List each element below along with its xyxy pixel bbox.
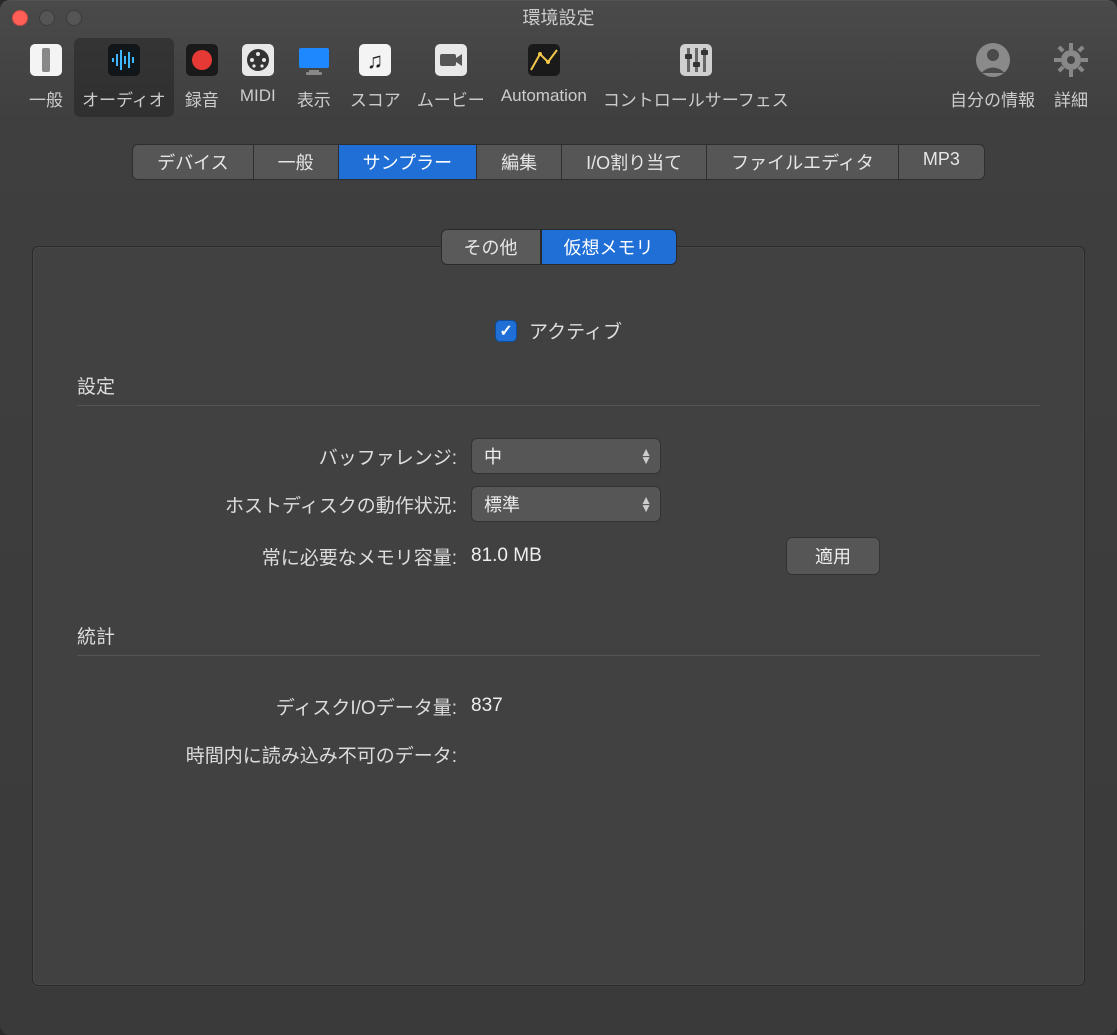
toolbar-label: 一般 <box>29 86 63 111</box>
toolbar-label: オーディオ <box>82 86 166 111</box>
record-icon <box>182 40 222 80</box>
host-disk-label: ホストディスクの動作状況: <box>77 491 457 518</box>
chevron-updown-icon: ▲▼ <box>640 496 652 512</box>
toolbar-label: コントロールサーフェス <box>603 86 789 111</box>
apply-button[interactable]: 適用 <box>786 537 880 575</box>
host-disk-value: 標準 <box>484 491 520 517</box>
toolbar-display[interactable]: 表示 <box>286 38 342 117</box>
tab-edit[interactable]: 編集 <box>477 144 562 180</box>
toolbar-label: MIDI <box>240 86 276 106</box>
toolbar-advanced[interactable]: 詳細 <box>1043 38 1099 117</box>
audio-tabs: デバイス 一般 サンプラー 編集 I/O割り当て ファイルエディタ MP3 <box>0 124 1117 186</box>
active-checkbox-label: アクティブ <box>529 317 622 344</box>
host-disk-select[interactable]: 標準 ▲▼ <box>471 486 661 522</box>
svg-text:♫: ♫ <box>367 48 384 73</box>
score-icon: ♫ <box>355 40 395 80</box>
toolbar-record[interactable]: 録音 <box>174 38 230 117</box>
toolbar-label: Automation <box>501 86 587 106</box>
toolbar-audio[interactable]: オーディオ <box>74 38 174 117</box>
disk-io-label: ディスクI/Oデータ量: <box>77 693 457 720</box>
toolbar-label: ムービー <box>417 86 485 111</box>
tab-file-editor[interactable]: ファイルエディタ <box>707 144 899 180</box>
buffer-range-label: バッファレンジ: <box>77 443 457 470</box>
required-memory-value: 81.0 MB <box>471 545 671 567</box>
sampler-panel: その他 仮想メモリ ✓ アクティブ 設定 バッファレンジ: 中 ▲▼ ホストディ… <box>32 246 1085 986</box>
toolbar-controlsurfaces[interactable]: コントロールサーフェス <box>595 38 797 117</box>
toolbar-label: スコア <box>350 86 401 111</box>
toolbar-label: 詳細 <box>1054 86 1088 111</box>
person-icon <box>973 40 1013 80</box>
preferences-toolbar: 一般 オーディオ 録音 MIDI 表示 <box>0 34 1117 124</box>
unreadable-label: 時間内に読み込み不可のデータ: <box>77 741 457 768</box>
monitor-icon <box>294 40 334 80</box>
toolbar-label: 表示 <box>297 86 331 111</box>
tab-general[interactable]: 一般 <box>254 144 339 180</box>
window-title: 環境設定 <box>0 4 1117 30</box>
toolbar-movie[interactable]: ムービー <box>409 38 493 117</box>
midi-icon <box>238 40 278 80</box>
disk-io-value: 837 <box>471 695 671 717</box>
toolbar-general[interactable]: 一般 <box>18 38 74 117</box>
waveform-icon <box>104 40 144 80</box>
chevron-updown-icon: ▲▼ <box>640 448 652 464</box>
titlebar: 環境設定 <box>0 0 1117 34</box>
camera-icon <box>431 40 471 80</box>
preferences-window: 環境設定 一般 オーディオ 録音 MIDI <box>0 0 1117 1035</box>
sliders-icon <box>676 40 716 80</box>
tab-devices[interactable]: デバイス <box>132 144 253 180</box>
toolbar-midi[interactable]: MIDI <box>230 38 286 112</box>
inner-tab-virtual-memory[interactable]: 仮想メモリ <box>541 229 677 265</box>
tab-sampler[interactable]: サンプラー <box>339 144 477 180</box>
toolbar-myinfo[interactable]: 自分の情報 <box>942 38 1043 117</box>
settings-heading: 設定 <box>77 372 1040 406</box>
automation-icon <box>524 40 564 80</box>
toolbar-label: 録音 <box>185 86 219 111</box>
buffer-range-select[interactable]: 中 ▲▼ <box>471 438 661 474</box>
required-memory-label: 常に必要なメモリ容量: <box>77 543 457 570</box>
toolbar-automation[interactable]: Automation <box>493 38 595 112</box>
switch-icon <box>26 40 66 80</box>
buffer-range-value: 中 <box>484 443 502 469</box>
toolbar-label: 自分の情報 <box>950 86 1035 111</box>
stats-heading: 統計 <box>77 622 1040 656</box>
tab-io-assign[interactable]: I/O割り当て <box>562 144 707 180</box>
sampler-inner-tabs: その他 仮想メモリ <box>441 229 677 265</box>
inner-tab-other[interactable]: その他 <box>441 229 541 265</box>
active-checkbox[interactable]: ✓ <box>495 320 517 342</box>
gear-icon <box>1051 40 1091 80</box>
toolbar-score[interactable]: ♫ スコア <box>342 38 409 117</box>
tab-mp3[interactable]: MP3 <box>899 144 985 180</box>
